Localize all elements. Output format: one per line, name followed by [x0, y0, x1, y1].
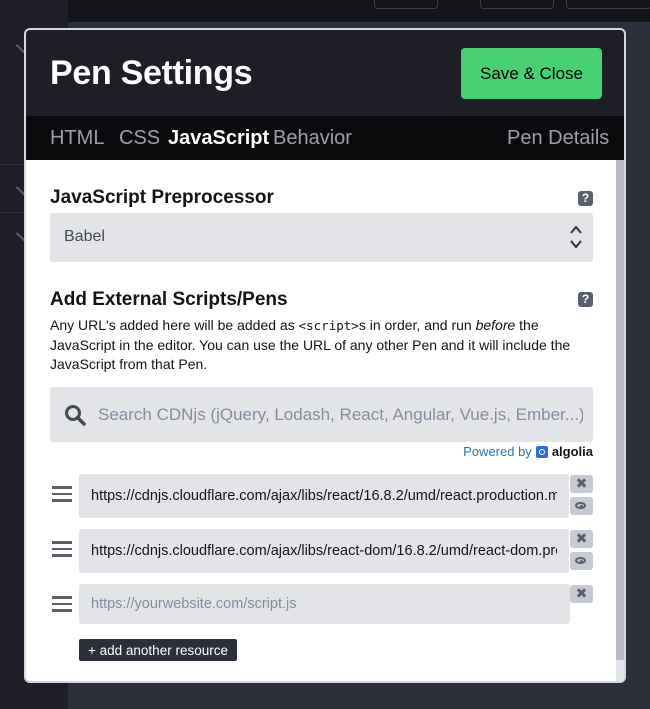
help-icon[interactable]: ?: [578, 191, 593, 206]
remove-resource-button[interactable]: ✖: [570, 530, 593, 548]
resource-url-input[interactable]: [79, 529, 569, 573]
powered-by-algolia[interactable]: Powered by algolia: [463, 444, 593, 459]
cdnjs-search-input[interactable]: [98, 387, 583, 442]
description-emphasis: before: [475, 317, 516, 333]
external-scripts-description: Any URL's added here will be added as <s…: [50, 316, 595, 375]
background-tab: [374, 0, 438, 9]
scrollbar-thumb[interactable]: [616, 160, 624, 660]
help-icon[interactable]: ?: [578, 292, 593, 307]
resource-row: ✖: [50, 584, 595, 632]
description-text: Any URL's added here will be added as: [50, 317, 299, 333]
background-tab: [566, 0, 650, 9]
resource-row: ✖: [50, 529, 595, 577]
remove-resource-button[interactable]: ✖: [570, 475, 593, 493]
search-icon: [65, 405, 86, 426]
eye-icon: [575, 557, 586, 564]
external-scripts-title: Add External Scripts/Pens: [50, 289, 288, 310]
tab-javascript[interactable]: JavaScript: [168, 127, 269, 150]
modal-title: Pen Settings: [50, 54, 253, 92]
settings-panel-javascript: JavaScript Preprocessor ? Babel Add Exte…: [26, 160, 624, 681]
settings-tabs: HTML CSS JavaScript Behavior Pen Details: [26, 116, 624, 160]
tab-pen-details[interactable]: Pen Details: [507, 127, 609, 150]
add-resource-button[interactable]: + add another resource: [79, 639, 237, 661]
save-close-button[interactable]: Save & Close: [461, 48, 602, 99]
script-tag-code: <script>: [298, 318, 359, 333]
tab-css[interactable]: CSS: [119, 127, 160, 150]
view-resource-button[interactable]: [570, 552, 593, 570]
preprocessor-select[interactable]: Babel: [50, 213, 593, 262]
algolia-wordmark: algolia: [551, 444, 593, 459]
algolia-logo-icon: [535, 445, 548, 458]
resource-url-input[interactable]: [79, 584, 570, 624]
scrollbar[interactable]: [616, 160, 624, 681]
pen-settings-modal: Pen Settings Save & Close HTML CSS JavaS…: [26, 30, 624, 681]
drag-handle-icon[interactable]: [52, 486, 72, 502]
modal-header: Pen Settings Save & Close: [26, 30, 624, 116]
eye-icon: [575, 502, 586, 509]
select-arrows-icon: [570, 225, 582, 249]
resource-row: ✖: [50, 474, 595, 522]
preprocessor-selected-value: Babel: [64, 228, 105, 245]
tab-behavior[interactable]: Behavior: [273, 127, 352, 150]
cdnjs-search: [50, 387, 593, 442]
description-text: s in order, and run: [358, 317, 476, 333]
remove-resource-button[interactable]: ✖: [570, 585, 593, 603]
preprocessor-title: JavaScript Preprocessor: [50, 187, 274, 208]
drag-handle-icon[interactable]: [52, 596, 72, 612]
background-topbar: [68, 0, 650, 22]
resource-url-input[interactable]: [79, 474, 569, 518]
background-tab: [480, 0, 554, 9]
powered-by-label: Powered by: [463, 444, 532, 459]
view-resource-button[interactable]: [570, 497, 593, 515]
drag-handle-icon[interactable]: [52, 541, 72, 557]
tab-html[interactable]: HTML: [50, 127, 104, 150]
